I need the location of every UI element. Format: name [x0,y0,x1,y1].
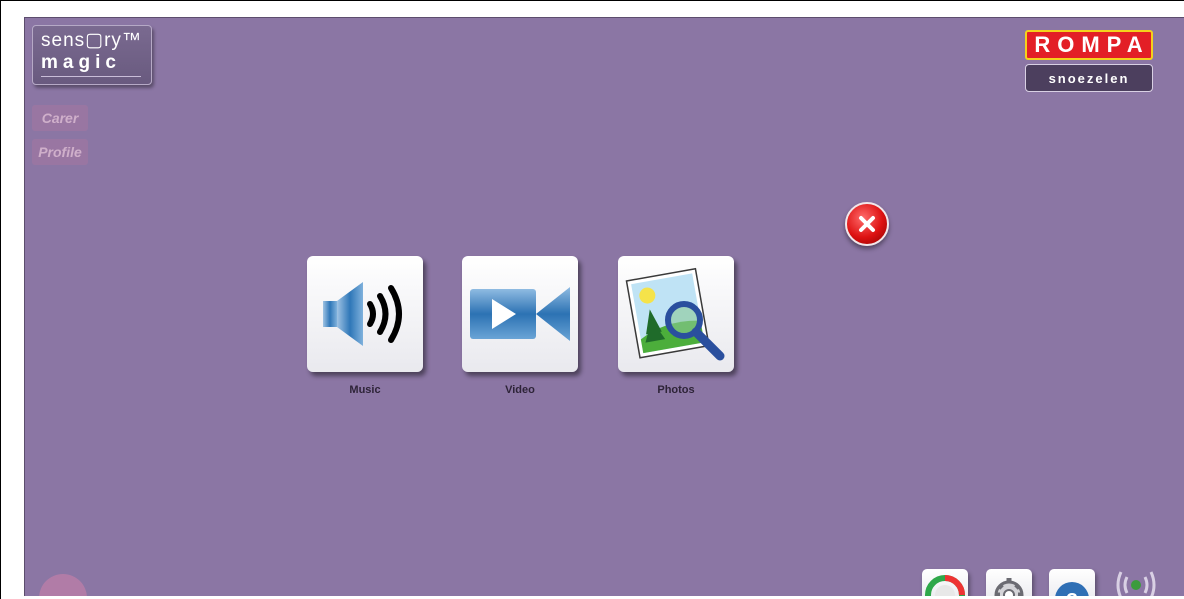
window-top-border [0,0,1184,1]
logo-line-1: sens▢ry™ [41,30,142,51]
sensory-magic-logo: sens▢ry™ magic [32,25,152,85]
wireless-button[interactable] [1113,569,1159,596]
photos-tile[interactable] [618,256,734,372]
timer-icon [925,575,965,596]
gear-icon [994,578,1024,596]
settings-button[interactable] [986,569,1032,596]
music-label: Music [349,384,381,396]
video-tile[interactable] [462,256,578,372]
video-label: Video [505,384,535,396]
logo-underline [41,76,141,77]
profile-button[interactable]: Profile [32,139,88,165]
svg-text:?: ? [1066,590,1078,596]
help-button[interactable]: ? [1049,569,1095,596]
help-icon: ? [1055,582,1089,596]
photos-label: Photos [657,384,695,396]
logo-line-2: magic [41,52,121,73]
music-tile[interactable] [307,256,423,372]
window-left-border [0,0,1,599]
main-stage: sens▢ry™ magic Carer Profile ROMPA snoez… [24,17,1184,596]
photo-magnifier-icon [625,267,725,361]
wireless-icon [1116,571,1156,596]
rompa-logo: ROMPA [1025,30,1153,60]
close-icon [859,216,875,232]
close-button[interactable] [845,202,889,246]
video-camera-icon [470,287,570,341]
snoezelen-logo: snoezelen [1025,64,1153,92]
speaker-icon [323,282,402,346]
carer-button[interactable]: Carer [32,105,88,131]
timer-button[interactable] [922,569,968,596]
home-button[interactable] [39,574,87,596]
